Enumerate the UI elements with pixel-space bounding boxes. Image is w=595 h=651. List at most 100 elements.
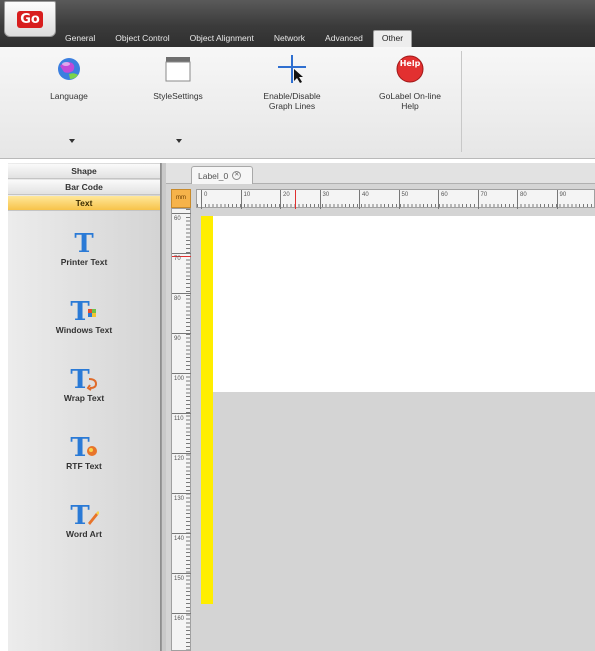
style-settings-button[interactable]: StyleSettings bbox=[140, 53, 216, 101]
horizontal-ruler: 0102030405060708090100 bbox=[196, 189, 595, 209]
tool-rtf-text[interactable]: T RTF Text bbox=[8, 427, 160, 483]
rtf-text-icon: T bbox=[69, 427, 99, 459]
tab-object-alignment[interactable]: Object Alignment bbox=[180, 30, 264, 47]
horizontal-ruler-tick bbox=[359, 190, 360, 209]
style-settings-icon bbox=[162, 53, 194, 85]
tool-printer-text[interactable]: T Printer Text bbox=[8, 223, 160, 279]
vertical-ruler-tick bbox=[172, 573, 191, 574]
unit-indicator[interactable]: mm bbox=[171, 189, 191, 208]
tab-other[interactable]: Other bbox=[372, 30, 413, 47]
horizontal-ruler-label: 80 bbox=[520, 192, 527, 198]
horizontal-ruler-tick bbox=[398, 190, 400, 209]
vertical-ruler-label: 130 bbox=[174, 496, 185, 502]
horizontal-ruler-tick bbox=[319, 190, 321, 209]
printer-text-icon: T bbox=[71, 223, 97, 255]
wrap-text-icon: T bbox=[69, 359, 99, 391]
globe-icon bbox=[53, 53, 85, 85]
tool-label: Windows Text bbox=[55, 325, 113, 335]
vertical-ruler-tick bbox=[172, 413, 191, 414]
horizontal-ruler-label: 40 bbox=[362, 192, 369, 198]
vertical-ruler-label: 110 bbox=[174, 416, 184, 422]
horizontal-ruler-tick bbox=[477, 190, 479, 209]
svg-text:T: T bbox=[70, 433, 90, 459]
vertical-ruler-label: 80 bbox=[174, 296, 181, 302]
vertical-ruler-tick bbox=[172, 213, 191, 214]
language-label: Language bbox=[50, 91, 88, 101]
style-settings-label: StyleSettings bbox=[153, 91, 203, 101]
toolbox-panel: Shape Bar Code Text T Printer Text T Win… bbox=[8, 163, 161, 651]
document-area: Label_0 ✕ mm 0 10 20 30 40 50 60 70 80 90 100 60 70… bbox=[166, 163, 595, 651]
style-settings-dropdown-arrow[interactable] bbox=[176, 139, 182, 143]
language-button[interactable]: Language bbox=[34, 53, 104, 101]
close-icon[interactable]: ✕ bbox=[232, 171, 242, 180]
svg-text:T: T bbox=[70, 365, 90, 391]
vertical-ruler-label: 90 bbox=[174, 336, 181, 342]
horizontal-ruler-tick bbox=[517, 190, 518, 209]
horizontal-ruler-tick bbox=[556, 190, 558, 209]
vertical-ruler-tick bbox=[172, 613, 191, 614]
category-shape[interactable]: Shape bbox=[8, 164, 160, 179]
horizontal-ruler-tick bbox=[240, 190, 242, 209]
horizontal-ruler-label: 0 bbox=[204, 192, 208, 198]
help-icon: Help bbox=[394, 53, 426, 85]
vertical-ruler-tick bbox=[172, 293, 191, 294]
horizontal-ruler-tick bbox=[280, 190, 281, 209]
ribbon-group-other: Language StyleSettings Enable/Disable Gr… bbox=[12, 51, 462, 152]
ribbon: Language StyleSettings Enable/Disable Gr… bbox=[0, 47, 595, 159]
graph-lines-label: Enable/Disable Graph Lines bbox=[263, 91, 321, 111]
document-tab-strip: Label_0 ✕ bbox=[166, 163, 595, 184]
svg-text:T: T bbox=[70, 501, 90, 527]
app-logo: Go bbox=[17, 10, 43, 28]
vertical-ruler-label: 120 bbox=[174, 456, 185, 462]
vertical-ruler-label: 100 bbox=[174, 376, 185, 382]
horizontal-ruler-label: 20 bbox=[283, 192, 290, 198]
horizontal-ruler-tick bbox=[438, 190, 439, 209]
vertical-ruler: 60 70 80 90 100 110 120 130 140 150 160 bbox=[171, 208, 191, 651]
tab-advanced[interactable]: Advanced bbox=[315, 30, 373, 47]
help-icon-text: Help bbox=[400, 59, 421, 68]
horizontal-ruler-label: 50 bbox=[401, 192, 409, 198]
vertical-ruler-tick bbox=[172, 253, 191, 254]
crosshair-cursor-icon bbox=[276, 53, 308, 85]
graph-lines-button[interactable]: Enable/Disable Graph Lines bbox=[252, 53, 332, 111]
language-dropdown-arrow[interactable] bbox=[69, 139, 75, 143]
help-label: GoLabel On-line Help bbox=[379, 91, 441, 111]
horizontal-ruler-label: 10 bbox=[243, 192, 251, 198]
vertical-ruler-tick bbox=[172, 333, 191, 334]
vertical-ruler-label: 70 bbox=[174, 256, 181, 262]
vertical-ruler-label: 150 bbox=[174, 576, 185, 582]
document-tab-title: Label_0 bbox=[198, 170, 229, 181]
vertical-ruler-label: 60 bbox=[174, 216, 181, 222]
horizontal-ruler-label: 60 bbox=[441, 192, 448, 198]
app-menu-button[interactable]: Go bbox=[4, 1, 56, 37]
horizontal-ruler-label: 30 bbox=[322, 192, 330, 198]
category-text[interactable]: Text bbox=[8, 196, 160, 211]
tool-word-art[interactable]: T Word Art bbox=[8, 495, 160, 551]
horizontal-ruler-label: 90 bbox=[559, 192, 567, 198]
tool-label: Word Art bbox=[66, 529, 102, 539]
vertical-ruler-label: 160 bbox=[174, 616, 185, 622]
windows-text-icon: T bbox=[69, 291, 99, 323]
tool-label: Printer Text bbox=[60, 257, 108, 267]
help-button[interactable]: Help GoLabel On-line Help bbox=[372, 53, 448, 111]
category-bar-code[interactable]: Bar Code bbox=[8, 180, 160, 195]
label-canvas[interactable] bbox=[213, 216, 595, 392]
tab-network[interactable]: Network bbox=[264, 30, 315, 47]
horizontal-ruler-tick bbox=[201, 190, 202, 209]
tool-label: Wrap Text bbox=[63, 393, 105, 403]
document-tab[interactable]: Label_0 ✕ bbox=[191, 166, 253, 184]
tool-label: RTF Text bbox=[66, 461, 102, 471]
tab-object-control[interactable]: Object Control bbox=[105, 30, 179, 47]
tab-general[interactable]: General bbox=[55, 30, 105, 47]
label-margin-strip bbox=[201, 216, 213, 604]
vertical-ruler-tick bbox=[172, 493, 191, 494]
vertical-ruler-label: 140 bbox=[174, 536, 185, 542]
ribbon-tabs: General Object Control Object Alignment … bbox=[55, 30, 413, 47]
svg-text:T: T bbox=[74, 229, 94, 255]
word-art-icon: T bbox=[69, 495, 99, 527]
tool-windows-text[interactable]: T Windows Text bbox=[8, 291, 160, 347]
tool-wrap-text[interactable]: T Wrap Text bbox=[8, 359, 160, 415]
vertical-ruler-tick bbox=[172, 453, 191, 454]
horizontal-ruler-label: 70 bbox=[480, 192, 488, 198]
title-bar: Go General Object Control Object Alignme… bbox=[0, 0, 595, 47]
